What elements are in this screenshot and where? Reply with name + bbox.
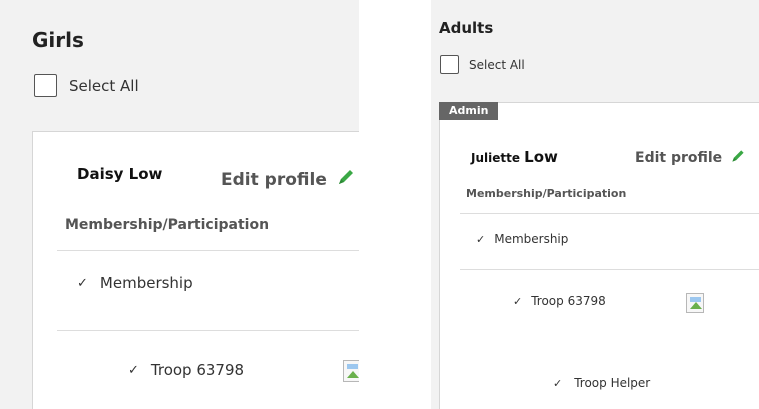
adults-heading: Adults [439, 19, 494, 37]
adults-panel: Adults Select All Admin Juliette Low Edi… [431, 0, 759, 409]
girls-select-all-checkbox[interactable] [34, 74, 57, 97]
girls-membership-participation-heading: Membership/Participation [65, 217, 270, 233]
checkmark-icon: ✓ [513, 294, 523, 308]
adults-select-all-label: Select All [469, 57, 525, 72]
checkmark-icon: ✓ [553, 376, 563, 390]
girls-divider-2 [57, 330, 359, 331]
adults-divider-2 [460, 269, 759, 270]
adults-first-name: Juliette [471, 151, 520, 165]
girls-member-card: Daisy Low Edit profile Membership/Partic… [32, 131, 359, 409]
girls-membership-label: Membership [99, 274, 193, 292]
admin-badge: Admin [439, 102, 499, 120]
adults-troop-label: Troop 63798 [531, 294, 606, 308]
pencil-icon[interactable] [336, 167, 356, 192]
girls-edit-profile-link[interactable]: Edit profile [221, 167, 356, 192]
adults-troop-helper-row: ✓ Troop Helper [553, 376, 650, 390]
girls-member-name: Daisy Low [77, 165, 162, 183]
adults-membership-label: Membership [494, 232, 569, 246]
checkmark-icon: ✓ [128, 362, 139, 378]
adults-membership-row: ✓ Membership [476, 232, 568, 246]
adults-edit-profile-link[interactable]: Edit profile [635, 148, 746, 168]
girls-select-all-label: Select All [69, 76, 139, 95]
girls-first-name: Daisy [77, 165, 124, 183]
adults-membership-participation-heading: Membership/Participation [466, 187, 627, 200]
adults-last-name: Low [524, 148, 558, 166]
adults-member-name: Juliette Low [471, 148, 558, 166]
adults-member-card: Admin Juliette Low Edit profile Membersh… [439, 102, 759, 409]
broken-image-icon [686, 293, 704, 313]
girls-last-name: Low [128, 165, 163, 183]
checkmark-icon: ✓ [77, 275, 88, 291]
adults-troop-helper-label: Troop Helper [574, 376, 651, 390]
girls-edit-profile-label: Edit profile [221, 169, 327, 190]
adults-edit-profile-label: Edit profile [635, 150, 723, 166]
adults-select-all[interactable]: Select All [440, 55, 525, 74]
girls-divider-1 [57, 250, 359, 251]
girls-troop-row: ✓ Troop 63798 [128, 361, 244, 379]
broken-image-icon [343, 360, 359, 382]
girls-heading: Girls [32, 28, 84, 52]
adults-select-all-checkbox[interactable] [440, 55, 459, 74]
girls-membership-row: ✓ Membership [77, 274, 193, 292]
girls-troop-label: Troop 63798 [150, 361, 245, 379]
girls-panel: Girls Select All Daisy Low Edit profile … [0, 0, 359, 409]
pencil-icon[interactable] [730, 148, 746, 168]
adults-divider-1 [460, 213, 759, 214]
girls-select-all[interactable]: Select All [34, 74, 139, 97]
checkmark-icon: ✓ [476, 232, 486, 246]
adults-troop-row: ✓ Troop 63798 [513, 294, 606, 308]
